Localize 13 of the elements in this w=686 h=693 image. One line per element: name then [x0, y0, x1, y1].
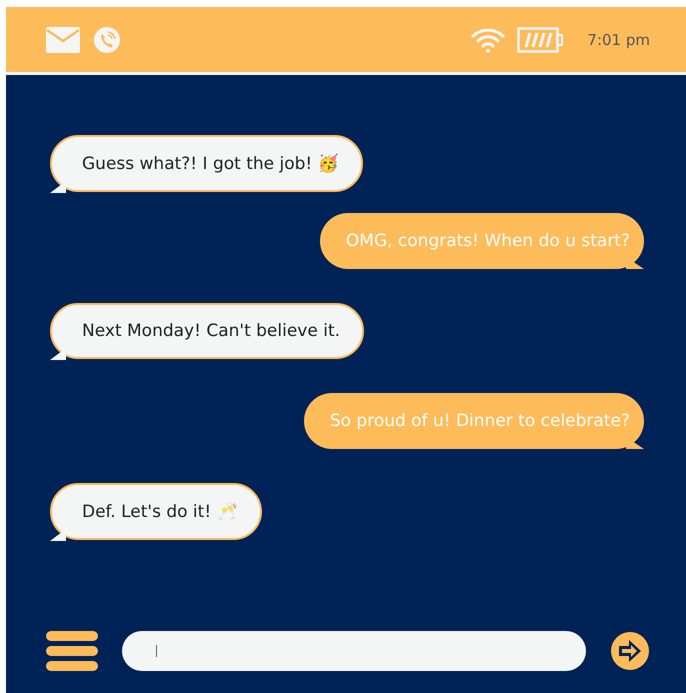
message-bubble: OMG, congrats! When do u start? [320, 213, 644, 269]
wifi-icon [471, 26, 506, 52]
send-icon[interactable] [610, 631, 650, 671]
phone-icon[interactable] [94, 26, 120, 52]
clock-time: 7:01 pm [587, 30, 650, 48]
message-bubble: Next Monday! Can't believe it. [50, 303, 364, 359]
mail-icon[interactable] [46, 26, 80, 52]
message-bubble: Guess what?! I got the job! 🥳 [50, 135, 363, 192]
message-bubble: So proud of u! Dinner to celebrate? [304, 393, 644, 449]
menu-icon[interactable] [46, 631, 98, 671]
battery-icon [517, 26, 564, 52]
message-bubble: Def. Let's do it! 🥂 [50, 483, 262, 540]
message-input[interactable] [122, 631, 586, 671]
